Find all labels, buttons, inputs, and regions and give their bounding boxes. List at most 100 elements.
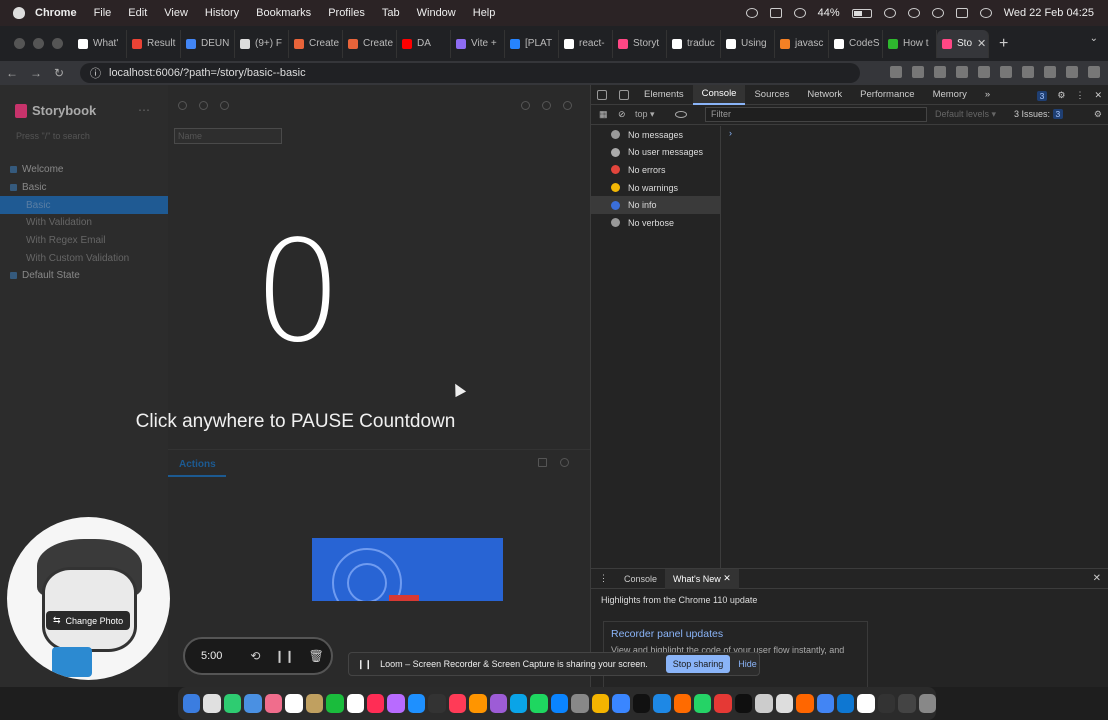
close-tab-icon[interactable]: ✕ — [977, 37, 986, 50]
console-filter-item[interactable]: No errors — [591, 161, 720, 179]
browser-tab[interactable]: traduc — [667, 29, 721, 58]
menu-help[interactable]: Help — [473, 7, 496, 19]
puzzle-icon[interactable] — [1000, 66, 1012, 78]
siri-icon[interactable] — [979, 8, 992, 18]
storybook-logo[interactable]: Storybook — [15, 103, 96, 118]
inspect-icon[interactable] — [597, 89, 607, 100]
story-tree-item[interactable]: Basic — [0, 179, 168, 197]
console-filter-item[interactable]: No verbose — [591, 214, 720, 232]
microphone-icon[interactable] — [745, 8, 758, 18]
change-photo-button[interactable]: ⇆ Change Photo — [46, 611, 130, 630]
dock-app-icon[interactable] — [244, 694, 262, 713]
dock-app-icon[interactable] — [918, 694, 937, 713]
dock-app-icon[interactable] — [653, 694, 671, 713]
dock-app-icon[interactable] — [857, 694, 875, 713]
close-devtools-icon[interactable]: ✕ — [1094, 90, 1102, 101]
close-panel-icon[interactable] — [560, 458, 569, 467]
dock-app-icon[interactable] — [448, 694, 467, 713]
log-levels-dropdown[interactable]: Default levels ▾ — [935, 109, 996, 120]
browser-tab[interactable]: javasc — [775, 29, 829, 58]
profile-icon[interactable] — [1066, 66, 1078, 78]
browser-tab[interactable]: DEUN — [181, 29, 235, 58]
loom-camera-bubble[interactable] — [7, 517, 170, 680]
dock-app-icon[interactable] — [550, 694, 569, 713]
browser-tab[interactable]: react- — [559, 29, 613, 58]
menu-tab[interactable]: Tab — [382, 7, 400, 19]
clear-console-icon[interactable]: ⊘ — [618, 109, 626, 120]
share-icon[interactable] — [912, 66, 924, 78]
tab-search-icon[interactable]: ⌄ — [1090, 33, 1098, 44]
browser-tab[interactable]: DA — [397, 29, 451, 58]
more-tabs-icon[interactable]: » — [976, 85, 999, 105]
menu-history[interactable]: History — [205, 7, 239, 19]
forward-icon[interactable]: → — [30, 66, 48, 80]
reading-list-icon[interactable] — [1022, 66, 1034, 78]
dock-app-icon[interactable] — [407, 694, 426, 713]
wallet-icon[interactable] — [769, 8, 782, 18]
control-center-icon[interactable] — [955, 8, 968, 18]
more-options-icon[interactable]: ⋮ — [1075, 90, 1084, 101]
context-selector[interactable]: top ▾ — [635, 109, 655, 120]
close-drawer-icon[interactable]: ✕ — [1093, 573, 1101, 584]
minimize-window-button[interactable] — [33, 38, 44, 49]
dock-app-icon[interactable] — [387, 694, 405, 713]
browser-tab[interactable]: Using — [721, 29, 775, 58]
dock-app-icon[interactable] — [203, 694, 221, 713]
camera-icon[interactable] — [890, 66, 902, 78]
drawer-menu-icon[interactable]: ⋮ — [591, 569, 616, 589]
copy-link-icon[interactable] — [563, 101, 572, 110]
more-menu-icon[interactable] — [1088, 66, 1100, 78]
tab-memory[interactable]: Memory — [924, 85, 976, 105]
story-tree-item[interactable]: Basic — [0, 196, 168, 215]
browser-tab[interactable]: Create — [343, 29, 397, 58]
dock-app-icon[interactable] — [632, 694, 651, 713]
dock-app-icon[interactable] — [530, 694, 548, 713]
dock-app-icon[interactable] — [489, 694, 507, 713]
dock-app-icon[interactable] — [612, 694, 630, 713]
live-expression-eye-icon[interactable] — [674, 111, 687, 118]
browser-tab[interactable]: CodeS — [829, 29, 883, 58]
zoom-reset-icon[interactable] — [220, 101, 229, 110]
browser-tab[interactable]: Vite + — [451, 29, 505, 58]
bookmark-star-icon[interactable] — [934, 66, 946, 78]
dock-app-icon[interactable] — [714, 694, 732, 713]
dock-app-icon[interactable] — [264, 694, 283, 713]
dock-app-icon[interactable] — [877, 694, 896, 713]
menu-view[interactable]: View — [164, 7, 188, 19]
console-settings-icon[interactable]: ⚙ — [1094, 109, 1102, 120]
browser-tab[interactable]: (9+) F — [235, 29, 289, 58]
browser-tab[interactable]: Create — [289, 29, 343, 58]
dock-app-icon[interactable] — [428, 694, 446, 713]
play-icon[interactable] — [907, 8, 920, 18]
browser-tab[interactable]: How t — [883, 29, 937, 58]
reload-icon[interactable]: ↻ — [54, 66, 72, 80]
dock-app-icon[interactable] — [673, 694, 691, 713]
sidebar-toggle-icon[interactable]: ▦ — [599, 109, 608, 120]
zoom-out-icon[interactable] — [199, 101, 208, 110]
menu-app-name[interactable]: Chrome — [35, 7, 77, 19]
apple-icon[interactable] — [13, 7, 25, 19]
issues-counter[interactable]: 3 Issues: 3 — [1014, 109, 1064, 119]
address-bar[interactable]: ⓘ localhost:6006/?path=/story/basic--bas… — [80, 63, 860, 83]
dock-app-icon[interactable] — [326, 694, 344, 713]
dock-app-icon[interactable] — [571, 694, 589, 713]
undo-icon[interactable]: ⟲ — [250, 649, 260, 663]
search-icon[interactable] — [931, 8, 944, 18]
tab-sources[interactable]: Sources — [745, 85, 798, 105]
menu-window[interactable]: Window — [417, 7, 456, 19]
story-tree-item[interactable]: Welcome — [0, 161, 168, 179]
console-filter-input[interactable]: Filter — [705, 107, 927, 122]
tab-performance[interactable]: Performance — [851, 85, 923, 105]
zoom-in-icon[interactable] — [178, 101, 187, 110]
tab-console[interactable]: Console — [692, 84, 746, 105]
open-new-tab-icon[interactable] — [542, 101, 551, 110]
story-tree-item[interactable]: Default State — [0, 267, 168, 285]
more-menu-icon[interactable]: ⋯ — [138, 103, 150, 117]
maximize-window-button[interactable] — [52, 38, 63, 49]
side-panel-icon[interactable] — [1044, 66, 1056, 78]
url-text[interactable]: localhost:6006/?path=/story/basic--basic — [109, 67, 306, 79]
delete-icon[interactable]: 🗑 — [309, 649, 324, 663]
fullscreen-icon[interactable] — [521, 101, 530, 110]
dock-app-icon[interactable] — [366, 694, 385, 713]
dock-app-icon[interactable] — [837, 694, 855, 713]
